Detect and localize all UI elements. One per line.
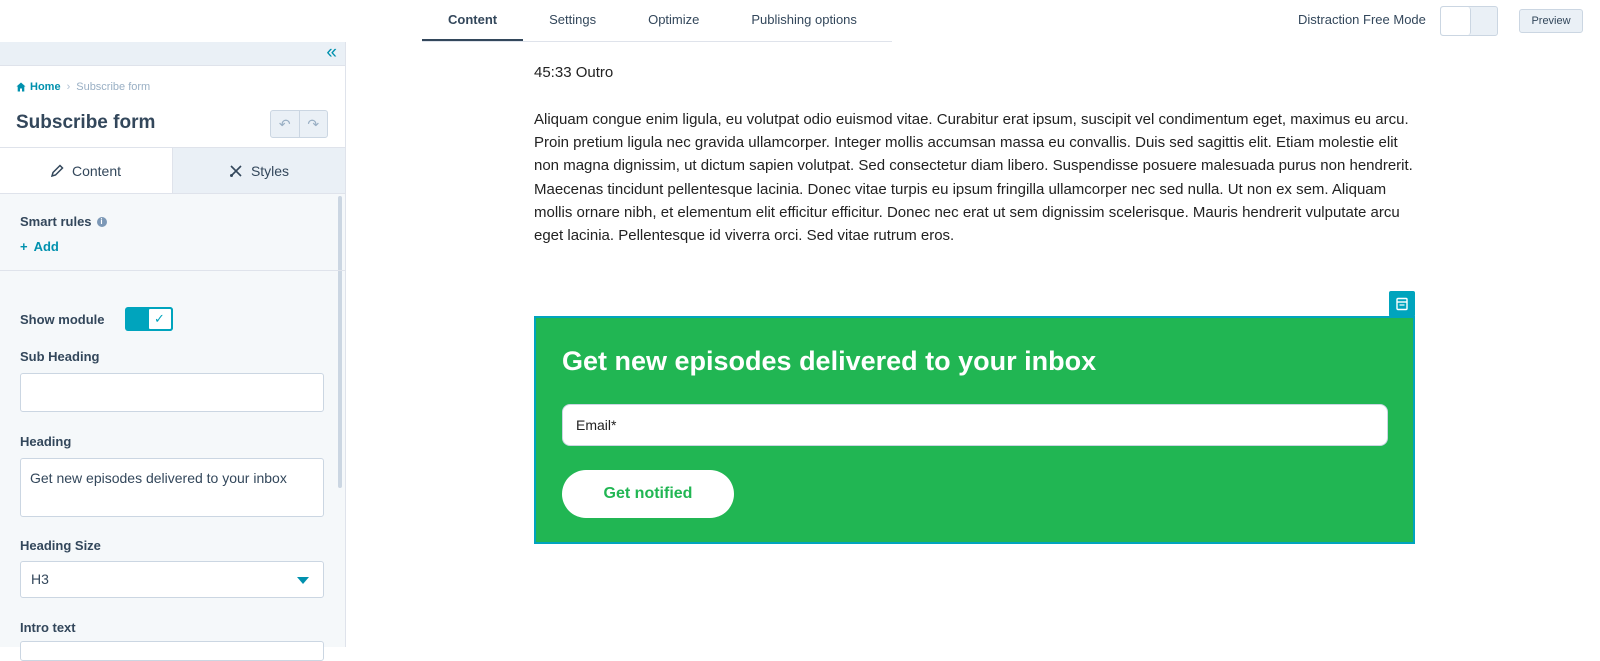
show-module-toggle[interactable]: ✓ <box>124 307 173 331</box>
heading-size-label: Heading Size <box>20 538 101 553</box>
heading-size-value: H3 <box>31 571 49 587</box>
preview-button[interactable]: Preview <box>1519 9 1583 33</box>
sidebar-tabs: Content Styles <box>0 148 345 194</box>
page-preview: 45:33 Outro Aliquam congue enim ligula, … <box>346 42 1600 647</box>
breadcrumb-current: Subscribe form <box>76 81 151 93</box>
styles-icon <box>229 164 242 177</box>
tab-content[interactable]: Content <box>422 0 524 42</box>
intro-text-input[interactable] <box>20 641 324 661</box>
redo-icon[interactable]: ↷ <box>298 111 328 137</box>
sidebar-collapse-bar: « <box>0 42 345 66</box>
module-options-icon[interactable] <box>1389 291 1415 317</box>
subscribe-module[interactable]: Get new episodes delivered to your inbox… <box>534 316 1415 544</box>
chevron-right-icon: › <box>66 81 71 93</box>
outro-heading: 45:33 Outro <box>534 64 614 81</box>
body-paragraph: Aliquam congue enim ligula, eu volutpat … <box>534 111 1413 245</box>
sub-heading-label: Sub Heading <box>20 349 100 364</box>
sidebar-title: Subscribe form <box>16 112 156 133</box>
checkmark-icon: ✓ <box>146 307 173 331</box>
top-bar: Content Settings Optimize Publishing opt… <box>0 0 1600 42</box>
sidebar: « Home › Subscribe form Subscribe form ↶… <box>0 42 346 647</box>
distraction-free-toggle[interactable] <box>1440 6 1498 36</box>
pencil-icon <box>50 164 64 177</box>
toggle-knob <box>1441 7 1471 35</box>
undo-icon[interactable]: ↶ <box>271 111 299 137</box>
smart-rules-section: Smart rules i + Add <box>0 194 345 271</box>
heading-label: Heading <box>20 434 72 449</box>
add-smart-rule-link[interactable]: + Add <box>20 239 59 254</box>
subscribe-heading: Get new episodes delivered to your inbox <box>562 346 1097 376</box>
caret-down-icon <box>297 577 309 584</box>
sidebar-tab-styles[interactable]: Styles <box>173 148 345 193</box>
sidebar-header: Home › Subscribe form Subscribe form ↶ ↷ <box>0 66 345 148</box>
editor-tabs: Content Settings Optimize Publishing opt… <box>422 0 883 42</box>
intro-text-label: Intro text <box>20 620 76 635</box>
home-icon <box>16 82 26 92</box>
smart-rules-label: Smart rules <box>20 214 92 229</box>
sidebar-tab-content-label: Content <box>71 162 122 179</box>
tab-settings[interactable]: Settings <box>523 0 622 42</box>
heading-size-select[interactable]: H3 <box>20 561 324 598</box>
breadcrumb-home-label: Home <box>30 81 61 93</box>
sidebar-tab-styles-label: Styles <box>250 162 290 179</box>
sub-heading-input[interactable] <box>20 373 324 412</box>
add-smart-rule-label: Add <box>33 239 59 254</box>
info-icon[interactable]: i <box>96 216 107 227</box>
breadcrumb: Home › Subscribe form <box>16 81 150 93</box>
email-input[interactable]: Email* <box>562 404 1388 446</box>
tab-optimize[interactable]: Optimize <box>622 0 725 42</box>
distraction-free-label: Distraction Free Mode <box>1298 12 1426 27</box>
module-icon-glyph <box>1396 297 1408 311</box>
get-notified-button[interactable]: Get notified <box>562 470 734 518</box>
plus-icon: + <box>20 239 28 254</box>
breadcrumb-home[interactable]: Home <box>16 81 61 93</box>
smart-rules-heading: Smart rules i <box>20 214 107 229</box>
tab-publishing-options[interactable]: Publishing options <box>725 0 883 42</box>
show-module-label: Show module <box>20 311 105 327</box>
heading-textarea[interactable]: Get new episodes delivered to your inbox <box>20 458 324 517</box>
double-chevron-left-icon[interactable]: « <box>326 43 337 63</box>
sidebar-tab-content[interactable]: Content <box>0 148 173 193</box>
undo-redo-group: ↶ ↷ <box>270 110 328 138</box>
show-module-row: Show module ✓ <box>20 307 173 331</box>
